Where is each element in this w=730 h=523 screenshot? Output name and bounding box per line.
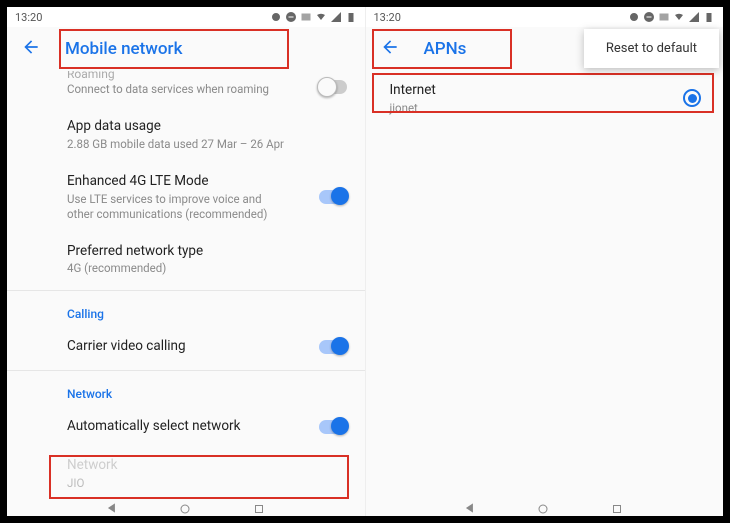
nav-recent-icon[interactable]: [253, 500, 267, 514]
alarm-icon: [628, 11, 640, 23]
clock: 13:20: [374, 11, 401, 24]
lte-icon: [300, 11, 312, 23]
video-calling-toggle[interactable]: [319, 340, 347, 354]
app-data-title: App data usage: [67, 117, 349, 136]
apn-item-title: Internet: [390, 81, 708, 100]
app-data-usage-row[interactable]: App data usage 2.88 GB mobile data used …: [7, 107, 365, 162]
roaming-title: Roaming: [67, 71, 349, 81]
network-title: Network: [67, 456, 349, 475]
status-icons: [628, 11, 715, 23]
lte-title: Enhanced 4G LTE Mode: [67, 172, 349, 191]
nav-bar: [7, 498, 365, 516]
network-row: Network JIO: [7, 446, 365, 501]
video-calling-row[interactable]: Carrier video calling: [7, 327, 365, 366]
nav-back-icon[interactable]: [105, 500, 119, 514]
roaming-toggle[interactable]: [319, 80, 347, 94]
page-title: Mobile network: [65, 39, 182, 59]
apn-item-radio[interactable]: [683, 89, 701, 107]
section-calling: Calling: [7, 295, 365, 327]
back-button[interactable]: [21, 37, 41, 62]
auto-net-toggle[interactable]: [319, 420, 347, 434]
status-bar: 13:20: [7, 7, 365, 27]
wifi-icon: [673, 11, 685, 23]
nav-bar: [366, 498, 724, 516]
auto-net-title: Automatically select network: [67, 417, 349, 436]
back-button[interactable]: [380, 37, 400, 62]
video-calling-title: Carrier video calling: [67, 337, 349, 356]
apn-item-sub: jionet: [390, 101, 708, 116]
battery-icon: [703, 11, 715, 23]
nav-recent-icon[interactable]: [611, 500, 625, 514]
network-sub: JIO: [67, 476, 349, 491]
dnd-icon: [285, 11, 297, 23]
roaming-row[interactable]: Roaming Connect to data services when ro…: [7, 71, 365, 107]
clock: 13:20: [15, 11, 42, 24]
menu-reset-to-default[interactable]: Reset to default: [606, 41, 697, 56]
dnd-icon: [643, 11, 655, 23]
apn-item-row[interactable]: Internet jionet: [366, 71, 724, 126]
arrow-left-icon: [21, 37, 41, 57]
overflow-menu: Reset to default: [584, 29, 719, 68]
lte-mode-row[interactable]: Enhanced 4G LTE Mode Use LTE services to…: [7, 162, 365, 232]
app-bar: Mobile network: [7, 27, 365, 71]
divider: [7, 370, 365, 371]
nav-back-icon[interactable]: [463, 500, 477, 514]
roaming-sub: Connect to data services when roaming: [67, 82, 349, 97]
nav-home-icon[interactable]: [537, 500, 551, 514]
app-data-sub: 2.88 GB mobile data used 27 Mar – 26 Apr: [67, 137, 349, 152]
lte-sub: Use LTE services to improve voice and ot…: [67, 192, 287, 222]
pref-net-sub: 4G (recommended): [67, 261, 349, 276]
arrow-left-icon: [380, 37, 400, 57]
lte-toggle[interactable]: [319, 190, 347, 204]
wifi-icon: [315, 11, 327, 23]
battery-icon: [345, 11, 357, 23]
alarm-icon: [270, 11, 282, 23]
lte-icon: [658, 11, 670, 23]
signal-icon: [688, 11, 700, 23]
status-bar: 13:20: [366, 7, 724, 27]
signal-icon: [330, 11, 342, 23]
auto-select-network-row[interactable]: Automatically select network: [7, 407, 365, 446]
preferred-network-row[interactable]: Preferred network type 4G (recommended): [7, 232, 365, 287]
pref-net-title: Preferred network type: [67, 242, 349, 261]
divider: [7, 290, 365, 291]
nav-home-icon[interactable]: [179, 500, 193, 514]
section-network: Network: [7, 375, 365, 407]
status-icons: [270, 11, 357, 23]
page-title: APNs: [424, 39, 467, 59]
